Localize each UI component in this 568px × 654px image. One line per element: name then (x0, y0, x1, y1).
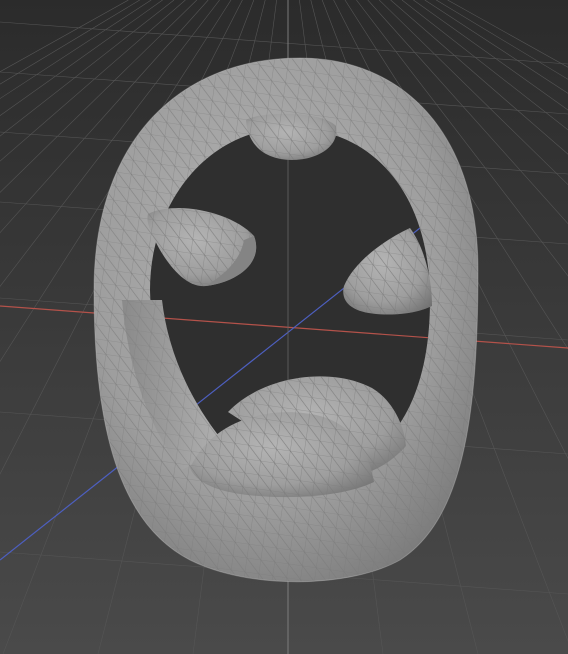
viewport-canvas[interactable] (0, 0, 568, 654)
3d-viewport[interactable] (0, 0, 568, 654)
